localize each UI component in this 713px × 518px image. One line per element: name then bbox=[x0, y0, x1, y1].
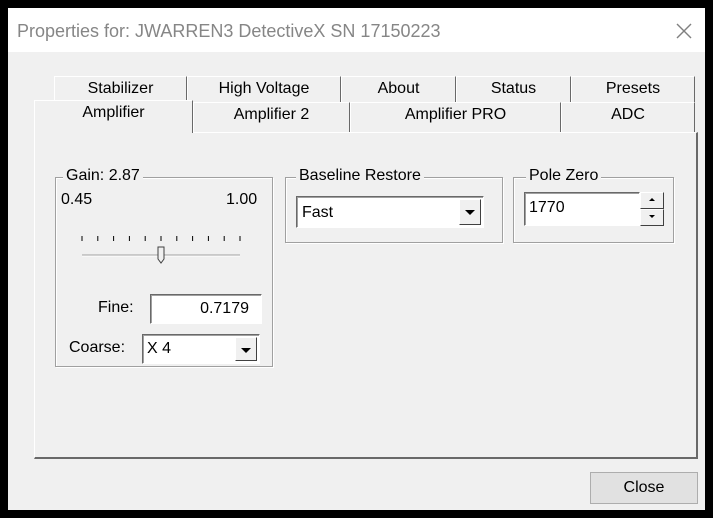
spin-up-icon[interactable] bbox=[640, 192, 664, 209]
tab-status[interactable]: Status bbox=[456, 76, 571, 104]
close-icon[interactable] bbox=[673, 20, 695, 42]
tab-about[interactable]: About bbox=[341, 76, 456, 104]
tab-presets[interactable]: Presets bbox=[571, 76, 695, 104]
title-bar: Properties for: JWARREN3 DetectiveX SN 1… bbox=[8, 8, 705, 52]
tab-amplifier-2[interactable]: Amplifier 2 bbox=[193, 102, 350, 132]
properties-window: Properties for: JWARREN3 DetectiveX SN 1… bbox=[8, 8, 705, 510]
pole-zero-legend: Pole Zero bbox=[526, 167, 602, 185]
tab-high-voltage[interactable]: High Voltage bbox=[187, 76, 341, 104]
slider-thumb bbox=[157, 246, 165, 264]
coarse-select[interactable]: X 4 bbox=[142, 334, 260, 364]
gain-slider[interactable] bbox=[78, 230, 248, 270]
chevron-down-icon[interactable] bbox=[235, 337, 257, 361]
pole-zero-group: Pole Zero 1770 bbox=[513, 167, 674, 243]
spin-down-icon[interactable] bbox=[640, 209, 664, 226]
tab-amplifier[interactable]: Amplifier bbox=[34, 100, 193, 133]
baseline-restore-select[interactable]: Fast bbox=[296, 196, 484, 228]
baseline-restore-group: Baseline Restore Fast bbox=[285, 167, 503, 243]
tab-amplifier-pro[interactable]: Amplifier PRO bbox=[350, 102, 561, 132]
close-button[interactable]: Close bbox=[590, 472, 698, 504]
gain-legend: Gain: 2.87 bbox=[63, 167, 143, 185]
amplifier-tab-panel: Gain: 2.87 0.45 1.00 Fine: 0.7179 Coarse… bbox=[34, 132, 698, 459]
gain-min-label: 0.45 bbox=[61, 191, 93, 208]
window-title: Properties for: JWARREN3 DetectiveX SN 1… bbox=[17, 21, 441, 41]
coarse-label: Coarse: bbox=[69, 339, 126, 356]
baseline-restore-legend: Baseline Restore bbox=[296, 167, 424, 185]
tab-adc[interactable]: ADC bbox=[561, 102, 695, 132]
gain-max-label: 1.00 bbox=[226, 191, 258, 208]
fine-label: Fine: bbox=[98, 299, 134, 316]
chevron-down-icon[interactable] bbox=[459, 199, 481, 225]
fine-input[interactable]: 0.7179 bbox=[150, 294, 262, 324]
gain-group: Gain: 2.87 0.45 1.00 Fine: 0.7179 Coarse… bbox=[55, 167, 273, 367]
pole-zero-input[interactable]: 1770 bbox=[524, 192, 640, 226]
